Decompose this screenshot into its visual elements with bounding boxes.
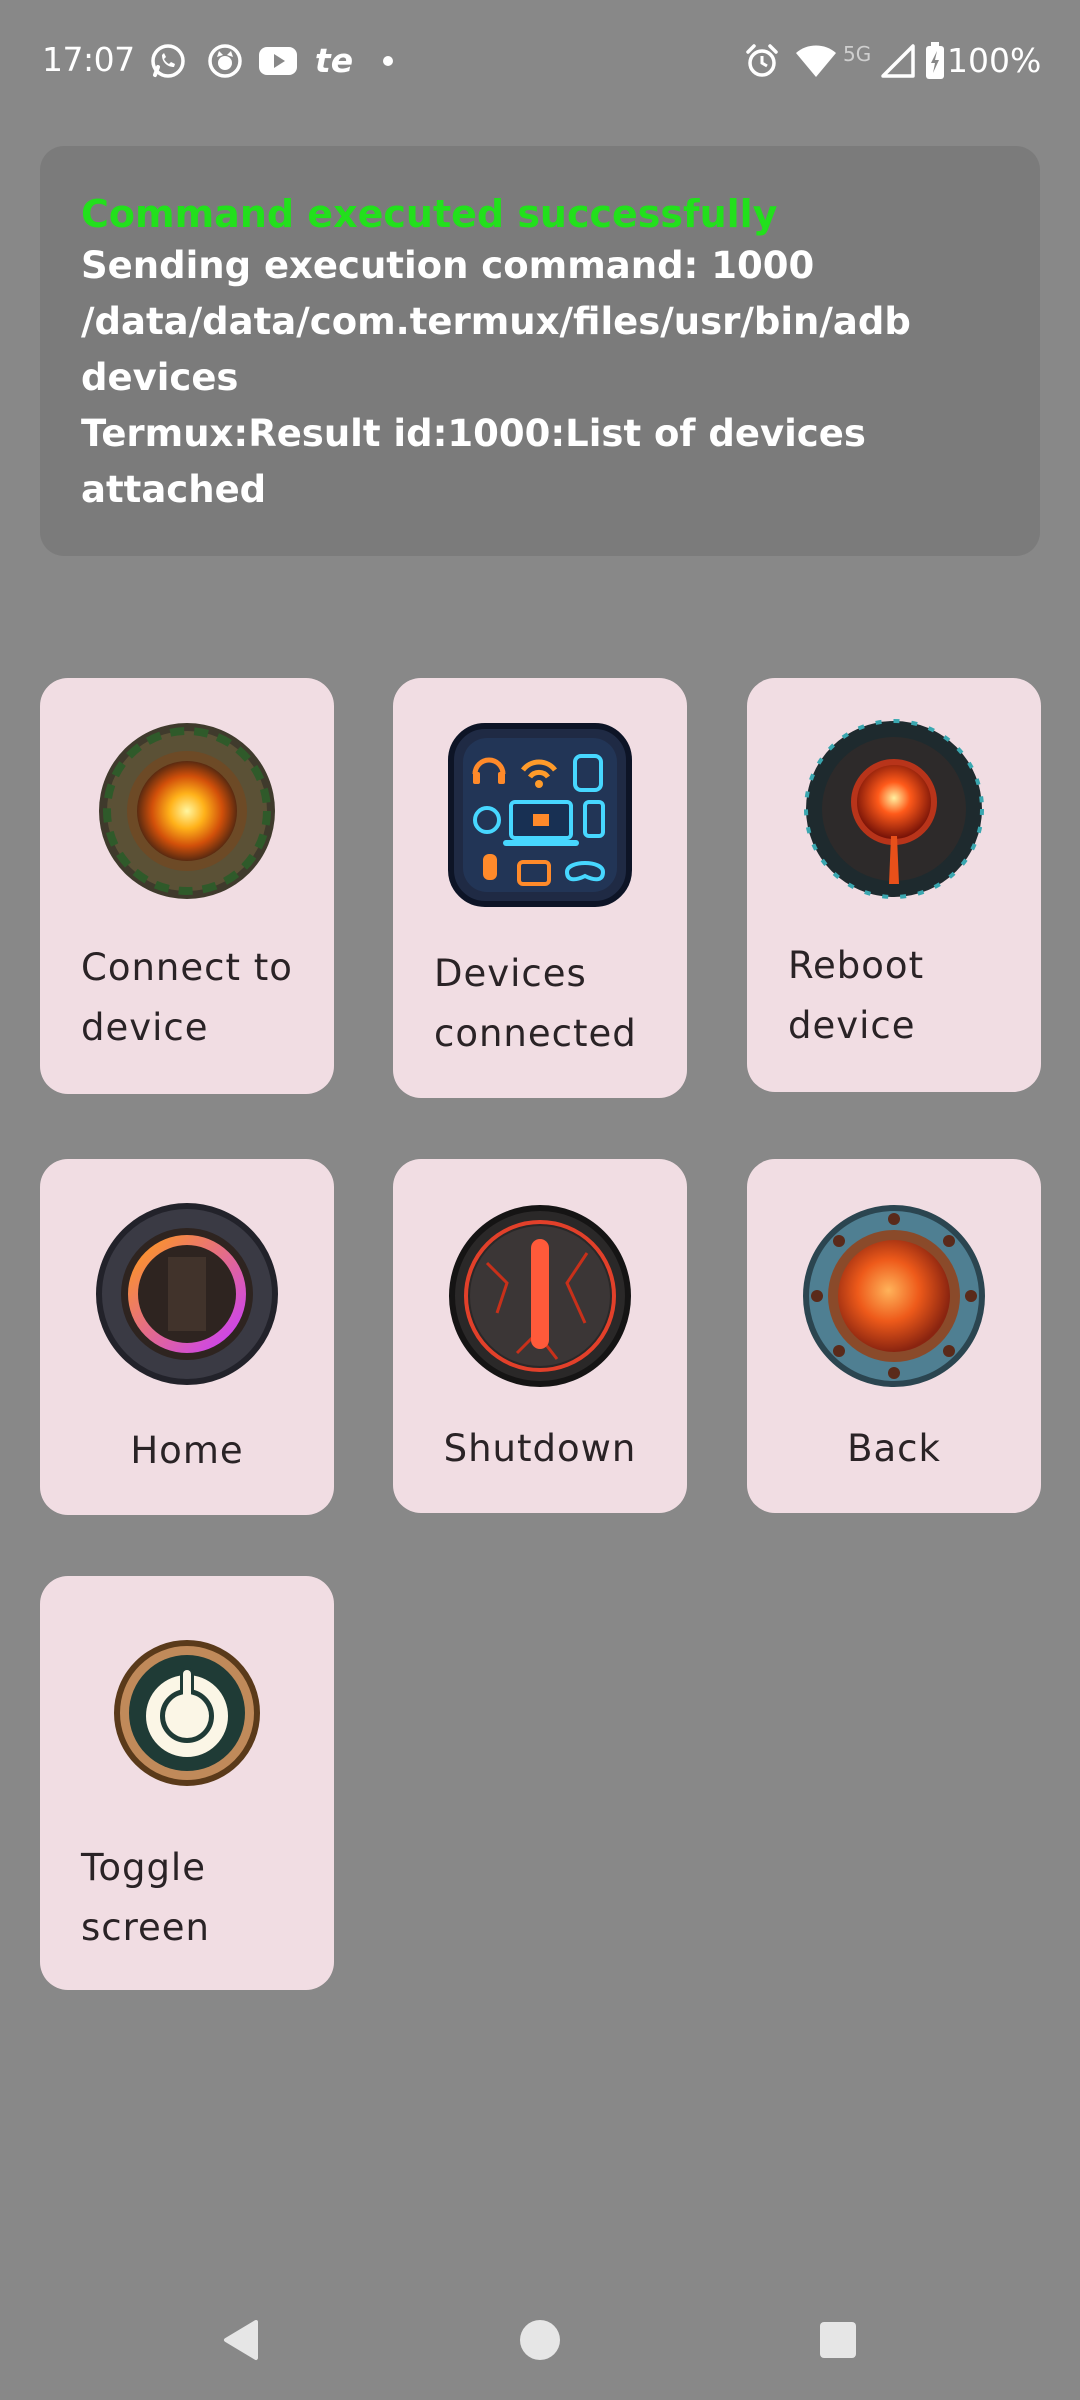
termux-cat-icon	[205, 42, 245, 80]
devices-connected-label: Devices connected	[434, 952, 637, 1055]
command-output-panel: Command executed successfully Sending ex…	[40, 146, 1040, 556]
shutdown-label: Shutdown	[443, 1427, 637, 1470]
connect-to-device-label: Connect to device	[81, 946, 293, 1049]
home-button[interactable]: Home	[40, 1159, 334, 1515]
whatsapp-icon	[148, 42, 188, 80]
nav-back-icon[interactable]	[180, 2280, 300, 2400]
devices-gadgets-icon	[447, 722, 633, 908]
reboot-device-label: Reboot device	[788, 944, 925, 1047]
nav-home-icon[interactable]	[480, 2280, 600, 2400]
shutdown-button[interactable]: Shutdown	[393, 1159, 687, 1513]
success-message: Command executed successfully	[81, 192, 778, 236]
toggle-screen-button[interactable]: Toggle screen	[40, 1576, 334, 1990]
connect-to-device-button[interactable]: Connect to device	[40, 678, 334, 1094]
home-label: Home	[130, 1429, 244, 1472]
nav-recents-icon[interactable]	[778, 2280, 898, 2400]
home-ring-icon	[94, 1201, 280, 1387]
wifi-icon	[794, 42, 838, 80]
battery-percent: 100%	[947, 41, 1042, 80]
network-type: 5G	[843, 42, 872, 66]
back-button[interactable]: Back	[747, 1159, 1041, 1513]
status-time: 17:07	[42, 40, 135, 79]
back-porthole-icon	[801, 1203, 987, 1389]
reboot-orb-icon	[801, 716, 987, 902]
cell-signal-icon	[880, 42, 916, 80]
back-label: Back	[847, 1427, 941, 1470]
youtube-icon	[258, 42, 298, 80]
te-app-icon: te	[314, 41, 354, 80]
alarm-icon	[742, 42, 782, 80]
power-toggle-icon	[94, 1620, 280, 1806]
navigation-bar	[0, 2280, 1080, 2400]
toggle-screen-label: Toggle screen	[81, 1846, 210, 1949]
more-dot-icon	[380, 42, 396, 80]
battery-charging-icon	[924, 42, 946, 80]
shutdown-orb-icon	[447, 1203, 633, 1389]
orb-connect-icon	[94, 718, 280, 904]
output-log-text: Sending execution command: 1000 /data/da…	[81, 244, 911, 511]
devices-connected-button[interactable]: Devices connected	[393, 678, 687, 1098]
reboot-device-button[interactable]: Reboot device	[747, 678, 1041, 1092]
status-bar: 17:07 te 5G 100%	[0, 0, 1080, 128]
